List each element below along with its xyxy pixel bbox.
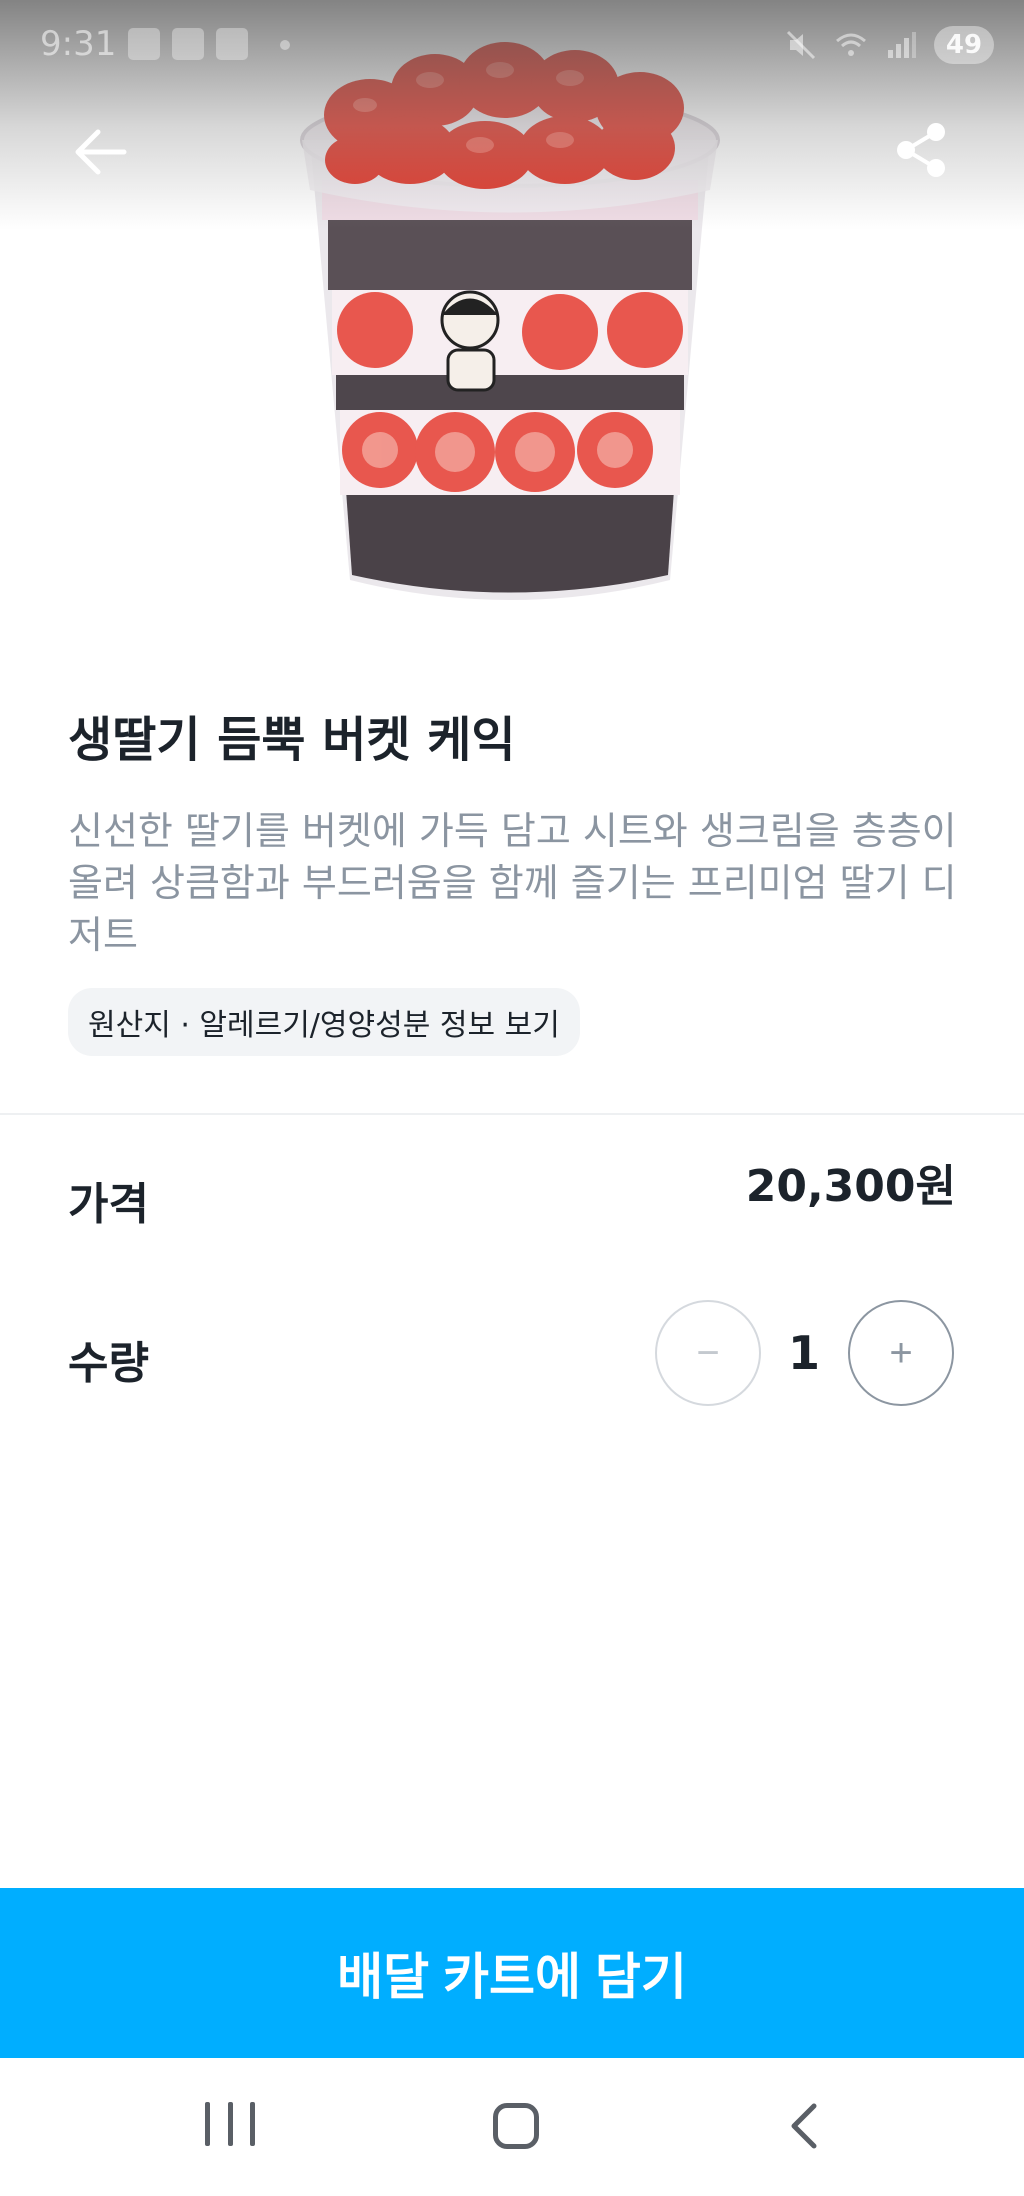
- more-notifications-dot-icon: [280, 40, 290, 50]
- wifi-icon: [836, 33, 866, 56]
- status-system-icons: 49: [784, 26, 994, 64]
- recent-apps-icon[interactable]: [205, 2102, 255, 2150]
- product-title: 생딸기 듬뿍 버켓 케익: [68, 712, 516, 768]
- price-label: 가격: [68, 1179, 149, 1230]
- arrow-left-icon[interactable]: [68, 120, 132, 184]
- battery-indicator: 49: [934, 26, 994, 64]
- signal-icon: [888, 32, 916, 58]
- system-back-icon[interactable]: [780, 2100, 830, 2152]
- home-icon[interactable]: [493, 2103, 539, 2149]
- quantity-value: 1: [787, 1326, 820, 1380]
- quantity-label: 수량: [68, 1338, 149, 1389]
- share-icon[interactable]: [890, 118, 954, 182]
- price-value: 20,300원: [745, 1161, 956, 1212]
- app-s-icon: [172, 28, 204, 60]
- mute-icon: [786, 30, 816, 60]
- add-to-delivery-cart-button[interactable]: 배달 카트에 담기: [0, 1888, 1024, 2058]
- product-description: 신선한 딸기를 버켓에 가득 담고 시트와 생크림을 층층이 올려 상큼함과 부…: [68, 809, 957, 957]
- gallery-icon: [216, 28, 248, 60]
- screenshot-icon: [128, 28, 160, 60]
- status-notification-icons: [128, 28, 248, 60]
- section-divider: [0, 1113, 1024, 1115]
- product-hero-image-area: 9:31 49: [0, 0, 1024, 640]
- system-navigation-bar: [0, 2058, 1024, 2196]
- quantity-increase-button[interactable]: +: [848, 1300, 954, 1406]
- status-time: 9:31: [40, 24, 117, 64]
- status-bar: 9:31 49: [0, 0, 1024, 90]
- quantity-decrease-button[interactable]: −: [655, 1300, 761, 1406]
- origin-allergy-info-link[interactable]: 원산지 · 알레르기/영양성분 정보 보기: [68, 988, 580, 1056]
